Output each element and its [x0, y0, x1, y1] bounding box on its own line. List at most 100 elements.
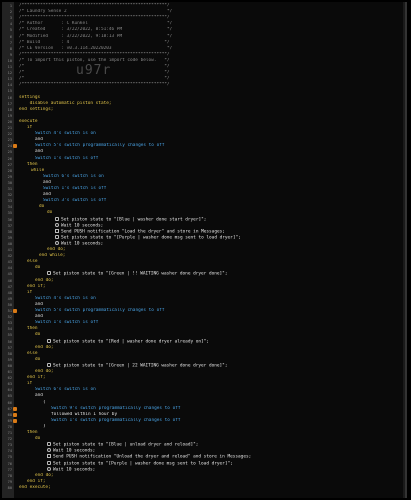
code-line[interactable]: Wait 10 seconds; [19, 466, 403, 473]
code-line[interactable]: if [19, 125, 403, 131]
code-line[interactable]: end do; [19, 369, 403, 375]
code-line[interactable]: Switch 4's switch is on [19, 131, 403, 137]
code-line[interactable]: if [19, 290, 403, 296]
code-line[interactable]: and [19, 149, 403, 155]
code-line[interactable]: and [19, 180, 403, 186]
line-number: 48 [7, 290, 12, 295]
code-line[interactable]: Set piston state to "[Blue | washer done… [19, 216, 403, 223]
code-line[interactable]: do [19, 332, 403, 338]
code-line[interactable]: do [19, 210, 403, 216]
code-line[interactable]: Wait 10 seconds; [19, 448, 403, 454]
code-line[interactable]: Switch 3's switch is off [19, 198, 403, 204]
breakpoint-marker-icon[interactable] [13, 418, 17, 423]
code-line[interactable]: end do; [19, 247, 403, 253]
line-number: 76 [7, 461, 12, 466]
code-line[interactable]: Switch 1's switch is off [19, 186, 403, 192]
code-line[interactable]: disable automatic piston state; [19, 101, 403, 107]
code-line[interactable]: and [19, 393, 403, 399]
code-line[interactable]: do [19, 265, 403, 271]
code-line[interactable]: Set piston state to "[Purple | washer do… [19, 234, 403, 241]
breakpoint-marker-icon[interactable] [13, 406, 17, 411]
code-line[interactable]: Switch 1's switch programmatically chang… [19, 418, 403, 424]
code-line[interactable]: and [19, 137, 403, 143]
breakpoint-marker-icon[interactable] [13, 412, 17, 417]
code-line[interactable]: ( [19, 400, 403, 406]
code-line[interactable]: Wait 10 seconds; [19, 240, 403, 247]
code-line[interactable]: else [19, 351, 403, 357]
code-line[interactable]: end if; [19, 375, 403, 381]
code-line[interactable]: if [19, 381, 403, 387]
code-line[interactable]: then [19, 326, 403, 332]
code-line[interactable]: Switch 5's switch programmatically chang… [19, 143, 403, 149]
code-line[interactable]: Switch 1's switch is off [19, 156, 403, 162]
code-line[interactable]: Set piston state to "[Green | 22 WAITING… [19, 362, 403, 369]
code-line[interactable]: /* Created : 3/22/2022, 8:51:46 PM */ [19, 27, 403, 33]
code-token: Switch 1's switch is off [43, 186, 107, 191]
breakpoint-marker-icon[interactable] [13, 309, 17, 313]
code-line[interactable]: then [19, 430, 403, 436]
code-line[interactable]: ) [19, 424, 403, 430]
vertical-scrollbar[interactable] [403, 2, 405, 498]
code-line[interactable]: /* Laundry Sense 2 */ [19, 9, 403, 15]
code-line[interactable]: /* Author : C Kunkel */ [19, 21, 403, 27]
line-number: 9 [9, 52, 12, 57]
line-number: 77 [7, 467, 12, 472]
line-number: 43 [7, 260, 12, 265]
code-token: /***************************************… [19, 51, 170, 57]
code-line[interactable]: and [19, 302, 403, 308]
code-line[interactable]: end execute; [19, 485, 403, 491]
line-number: 80 [7, 485, 12, 490]
code-line[interactable]: Switch 9's switch programmatically chang… [19, 406, 403, 412]
clock-icon [47, 466, 51, 471]
code-line[interactable]: Set piston state to "[Purple | washer do… [19, 460, 403, 467]
code-line[interactable]: else [19, 259, 403, 265]
code-line[interactable]: Switch 4's switch is on [19, 296, 403, 302]
line-number: 21 [7, 126, 12, 130]
code-line[interactable]: then [19, 162, 403, 168]
code-line[interactable]: Set piston state to "[Red | washer done … [19, 338, 403, 345]
code-line[interactable]: do [19, 436, 403, 442]
code-line[interactable] [19, 113, 403, 119]
code-line[interactable]: do [19, 204, 403, 210]
code-line[interactable]: do [19, 357, 403, 363]
code-token: Send PUSH notification "Unload the dryer… [53, 454, 252, 460]
code-token: /***************************************… [19, 3, 170, 8]
code-line[interactable]: Set piston state to "[Blue | unload drye… [19, 442, 403, 448]
code-line[interactable]: end if; [19, 284, 403, 290]
code-line[interactable]: end while; [19, 253, 403, 259]
code-line[interactable]: Switch 5's switch programmatically chang… [19, 308, 403, 314]
code-line[interactable]: and [19, 192, 403, 198]
code-line[interactable]: /* Build : 4 */ [19, 40, 403, 46]
line-number: 60 [7, 363, 12, 368]
breakpoint-marker-icon[interactable] [13, 144, 17, 149]
code-line[interactable]: Send PUSH notification "Unload the dryer… [19, 454, 403, 460]
line-number: 16 [7, 95, 12, 100]
code-line[interactable]: followed within 1 hour by [19, 412, 403, 418]
code-line[interactable]: /***************************************… [19, 52, 403, 58]
code-line[interactable]: Switch 6's switch is on [19, 387, 403, 393]
code-line[interactable]: while [19, 168, 403, 174]
code-line[interactable]: end settings; [19, 107, 403, 113]
code-line[interactable]: and [19, 314, 403, 320]
code-line[interactable]: /***************************************… [19, 15, 403, 21]
code-line[interactable]: Switch 6's switch is on [19, 174, 403, 180]
code-line[interactable]: end if; [19, 479, 403, 485]
code-line[interactable]: end do; [19, 345, 403, 351]
code-line[interactable]: Send PUSH notification "Load the dryer" … [19, 228, 403, 235]
code-token: then [27, 430, 38, 435]
code-line[interactable] [19, 88, 403, 94]
code-line[interactable]: Set piston state to "[Green | !! WAITING… [19, 271, 403, 277]
code-line[interactable]: /***************************************… [19, 82, 403, 88]
code-line[interactable]: Wait 10 seconds; [19, 222, 403, 229]
code-editor[interactable]: 1 2 3 4 5 6 7 8 9 10 11 12 13 14 15 16 17 18 19 20 21 22 23 24 2… [2, 2, 407, 498]
code-line[interactable]: /***************************************… [19, 3, 403, 9]
code-line[interactable]: end do; [19, 473, 403, 479]
code-line[interactable]: /* CE Version : v0.3.114.20220203 */ [19, 46, 403, 52]
code-line[interactable]: /* Modified : 3/22/2022, 9:18:13 PM */ [19, 34, 403, 40]
code-line[interactable]: execute [19, 119, 403, 125]
line-number: 38 [7, 229, 12, 234]
code-line[interactable]: end do; [19, 278, 403, 284]
code-token: if [27, 289, 33, 295]
code-line[interactable]: Switch 1's switch is off [19, 320, 403, 326]
code-line[interactable]: settings [19, 95, 403, 101]
